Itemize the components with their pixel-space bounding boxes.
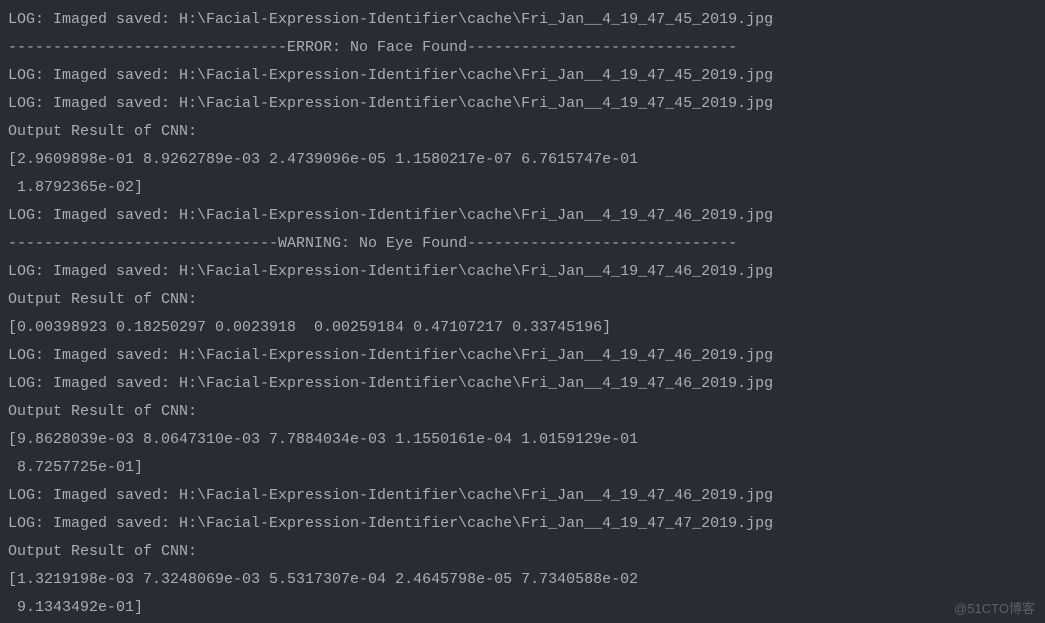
watermark: @51CTO博客 bbox=[954, 598, 1035, 617]
terminal-output: LOG: Imaged saved: H:\Facial-Expression-… bbox=[0, 0, 1045, 623]
